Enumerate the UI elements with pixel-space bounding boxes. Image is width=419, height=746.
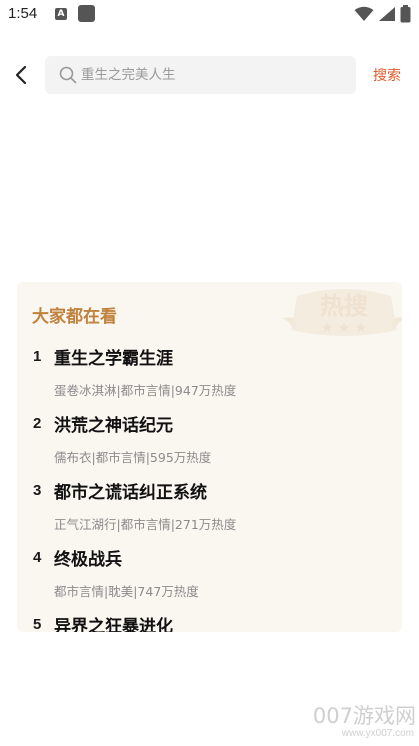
book-meta: 儒布衣|都市言情|595万热度 xyxy=(54,450,212,465)
book-meta: 正气江湖行|都市言情|271万热度 xyxy=(54,517,237,532)
book-title: 终极战兵 xyxy=(54,550,122,570)
hot-list-item[interactable]: 2 洪荒之神话纪元 儒布衣|都市言情|595万热度 xyxy=(17,407,402,474)
hot-list-item[interactable]: 3 都市之谎话纠正系统 正气江湖行|都市言情|271万热度 xyxy=(17,474,402,541)
hot-rank: 2 xyxy=(33,415,42,432)
hot-rank: 5 xyxy=(33,616,42,632)
site-watermark-name: 007游戏网 xyxy=(312,704,416,728)
hot-section-title: 大家都在看 xyxy=(32,307,117,327)
wifi-icon xyxy=(354,6,374,21)
battery-icon xyxy=(400,5,411,23)
book-meta: 蛋卷冰淇淋|都市言情|947万热度 xyxy=(54,383,237,398)
hot-badge-text: 热搜 xyxy=(320,292,368,320)
hot-list-item[interactable]: 5 异界之狂暴进化 xyxy=(17,608,402,632)
hot-list-item[interactable]: 1 重生之学霸生涯 蛋卷冰淇淋|都市言情|947万热度 xyxy=(17,340,402,407)
hot-rank: 3 xyxy=(33,482,42,499)
status-bar: 1:54 A xyxy=(0,0,419,30)
status-indicators xyxy=(354,4,411,24)
site-watermark: 007游戏网 www.yx007.com xyxy=(308,700,416,742)
hot-list: 1 重生之学霸生涯 蛋卷冰淇淋|都市言情|947万热度 2 洪荒之神话纪元 儒布… xyxy=(17,340,402,632)
hot-search-card: 大家都在看 热搜 1 重生之学霸生涯 蛋卷冰淇淋|都市言情|947万热度 2 洪… xyxy=(17,282,402,632)
status-time: 1:54 xyxy=(8,5,38,22)
signal-icon xyxy=(379,7,395,21)
search-input[interactable] xyxy=(81,56,341,94)
book-title: 都市之谎话纠正系统 xyxy=(54,483,207,503)
hot-rank: 1 xyxy=(33,348,42,365)
search-button[interactable]: 搜索 xyxy=(373,65,401,85)
hot-search-badge-icon: 热搜 xyxy=(283,289,402,336)
hot-list-item[interactable]: 4 终极战兵 都市言情|耽美|747万热度 xyxy=(17,541,402,608)
book-title: 异界之狂暴进化 xyxy=(54,617,173,632)
site-watermark-url: www.yx007.com xyxy=(341,728,414,739)
app-a-icon: A xyxy=(55,8,67,20)
book-title: 重生之学霸生涯 xyxy=(54,349,173,369)
back-arrow-icon[interactable] xyxy=(12,63,32,87)
search-header: 搜索 xyxy=(0,55,419,95)
book-title: 洪荒之神话纪元 xyxy=(54,416,173,436)
hot-rank: 4 xyxy=(33,549,42,566)
book-meta: 都市言情|耽美|747万热度 xyxy=(54,584,199,599)
search-box[interactable] xyxy=(45,56,356,94)
search-icon xyxy=(59,66,77,84)
app-square-icon xyxy=(78,5,95,22)
